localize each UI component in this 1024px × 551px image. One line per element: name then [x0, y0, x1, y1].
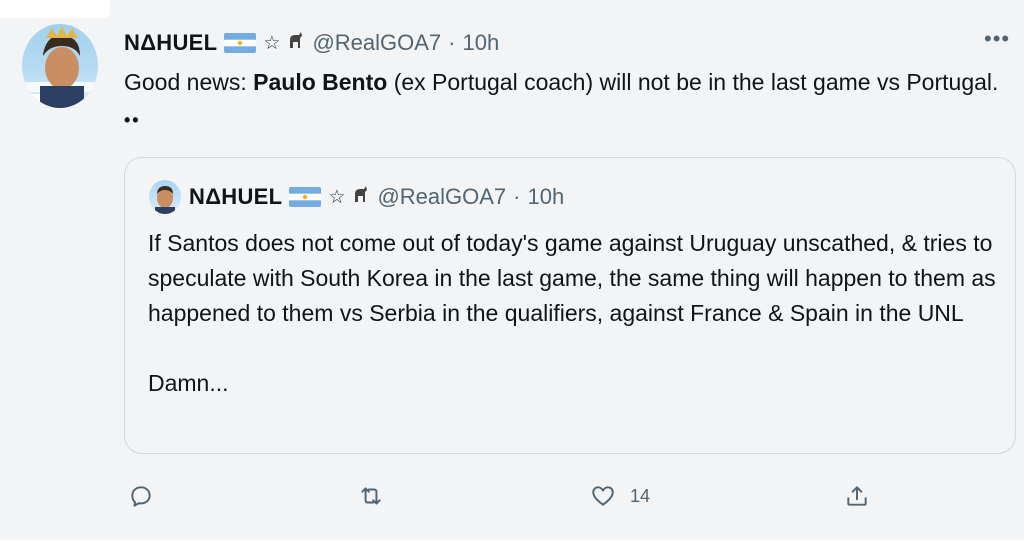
- tweet[interactable]: NΔHUEL ☆ @RealGOA7 · 10h ••• Good news: …: [0, 0, 1024, 551]
- quoted-tweet-header: NΔHUEL ☆ @RealGOA7 · 10h: [189, 182, 564, 212]
- author-handle[interactable]: @RealGOA7: [312, 30, 441, 56]
- meta-separator: ·: [448, 30, 456, 55]
- eyes-emoji: ••: [124, 110, 141, 130]
- tweet-text-bold: Paulo Bento: [253, 69, 388, 95]
- star-icon: ☆: [328, 186, 346, 208]
- like-button[interactable]: 14: [590, 476, 650, 516]
- tweet-time[interactable]: 10h: [462, 30, 499, 56]
- like-count: 14: [630, 485, 651, 506]
- share-icon: [847, 486, 867, 506]
- share-button[interactable]: [844, 476, 870, 516]
- author-name[interactable]: NΔHUEL: [124, 30, 217, 56]
- quoted-tweet[interactable]: NΔHUEL ☆ @RealGOA7 · 10h If Santos does …: [124, 157, 1016, 454]
- tweet-text-lead: Good news:: [124, 69, 254, 95]
- quoted-meta-separator: ·: [513, 184, 521, 209]
- tweet-text: Good news: Paulo Bento (ex Portugal coac…: [124, 64, 1014, 138]
- argentina-flag-icon: [224, 33, 257, 53]
- goat-icon: [352, 184, 370, 210]
- quoted-tweet-text: If Santos does not come out of today's g…: [148, 226, 998, 401]
- heart-icon: [592, 486, 614, 506]
- window-edge: [0, 540, 1024, 551]
- reply-icon: [131, 486, 151, 507]
- tweet-actions: 14: [124, 476, 884, 516]
- more-options-icon[interactable]: •••: [984, 28, 1012, 54]
- reply-button[interactable]: [128, 476, 154, 516]
- quoted-tweet-time: 10h: [527, 184, 565, 209]
- author-avatar[interactable]: [22, 24, 98, 108]
- tweet-header: NΔHUEL ☆ @RealGOA7 · 10h: [124, 28, 499, 58]
- goat-icon: [287, 30, 305, 56]
- quoted-author-avatar: [149, 180, 181, 214]
- star-icon: ☆: [263, 32, 281, 54]
- tweet-text-rest: (ex Portugal coach) will not be in the l…: [387, 69, 999, 95]
- retweet-button[interactable]: [358, 476, 384, 516]
- quoted-paragraph: If Santos does not come out of today's g…: [148, 230, 996, 326]
- retweet-icon: [361, 487, 381, 505]
- quoted-paragraph: Damn...: [148, 370, 229, 396]
- quoted-author-name: NΔHUEL: [189, 184, 283, 209]
- argentina-flag-icon: [289, 187, 322, 207]
- quoted-author-handle: @RealGOA7: [377, 184, 507, 209]
